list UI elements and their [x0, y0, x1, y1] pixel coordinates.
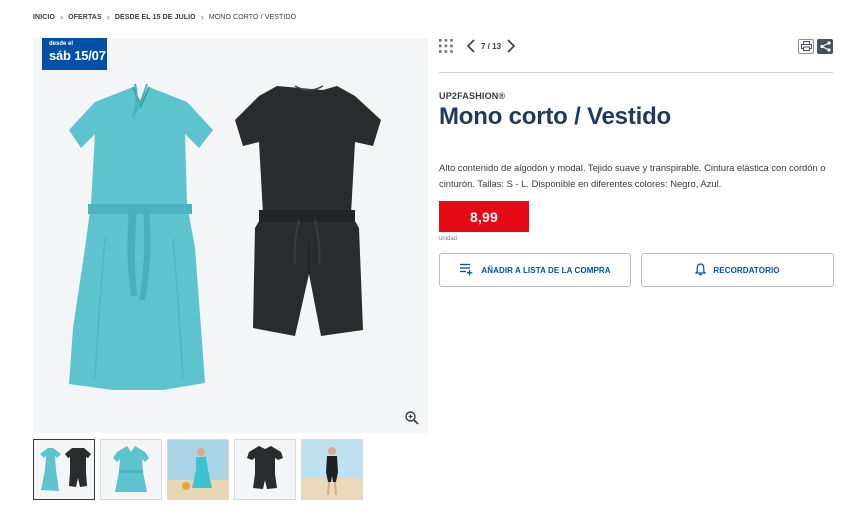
chevron-right-icon: ›: [106, 12, 110, 22]
product-title: Mono corto / Vestido: [439, 103, 672, 130]
breadcrumb-home[interactable]: INICIO: [33, 14, 55, 21]
chevron-right-icon: ›: [60, 12, 64, 22]
breadcrumb-current: MONO CORTO / VESTIDO: [208, 14, 297, 21]
product-description: Alto contenido de algodón y modal. Tejid…: [439, 162, 826, 189]
thumbnail-black-jumpsuit[interactable]: [234, 439, 296, 500]
price-value: 8,99: [469, 208, 499, 225]
product-image: [69, 83, 381, 390]
thumbnail-model-blue-dress[interactable]: [167, 439, 229, 500]
product-brand: UP2FASHION®: [439, 91, 506, 101]
grid-view-icon[interactable]: [439, 39, 453, 53]
product-gallery[interactable]: desde el sáb 15/07: [33, 38, 428, 433]
thumbnail-strip: [33, 439, 363, 500]
date-badge-label: desde el: [49, 41, 74, 47]
blue-dress-image: [69, 83, 213, 390]
chevron-right-icon[interactable]: [506, 39, 516, 53]
product-toolbar: 7 / 13: [439, 37, 833, 55]
breadcrumb-offers[interactable]: OFERTAS: [68, 14, 102, 21]
print-icon[interactable]: [798, 38, 814, 54]
reminder-button[interactable]: RECORDATORIO: [641, 253, 834, 287]
share-icon[interactable]: [817, 38, 833, 54]
thumbnail-blue-dress[interactable]: [100, 439, 162, 500]
add-to-shopping-list-label: AÑADIR A LISTA DE LA COMPRA: [481, 265, 611, 275]
date-badge-date: sáb 15/07: [49, 48, 106, 63]
thumbnail-model-black-jumpsuit[interactable]: [301, 439, 363, 500]
chevron-right-icon: ›: [200, 12, 204, 22]
chevron-left-icon[interactable]: [466, 39, 476, 53]
price-badge: 8,99: [439, 201, 529, 232]
breadcrumb-date[interactable]: DESDE EL 15 DE JULIO: [115, 14, 196, 21]
add-to-shopping-list-button[interactable]: AÑADIR A LISTA DE LA COMPRA: [439, 253, 631, 287]
breadcrumb: INICIO › OFERTAS › DESDE EL 15 DE JULIO …: [33, 12, 297, 22]
black-jumpsuit-image: [235, 85, 381, 336]
bell-icon: [695, 262, 707, 278]
price-unit: unidad: [439, 236, 458, 242]
divider: [439, 72, 833, 73]
product-pager: 7 / 13: [466, 39, 516, 53]
thumbnail-both-garments[interactable]: [33, 439, 95, 500]
zoom-in-icon[interactable]: [404, 410, 420, 426]
shopping-list-icon: [459, 263, 474, 278]
date-badge: desde el sáb 15/07: [42, 38, 107, 70]
pager-count: 7 / 13: [481, 41, 502, 51]
reminder-label: RECORDATORIO: [713, 265, 780, 275]
